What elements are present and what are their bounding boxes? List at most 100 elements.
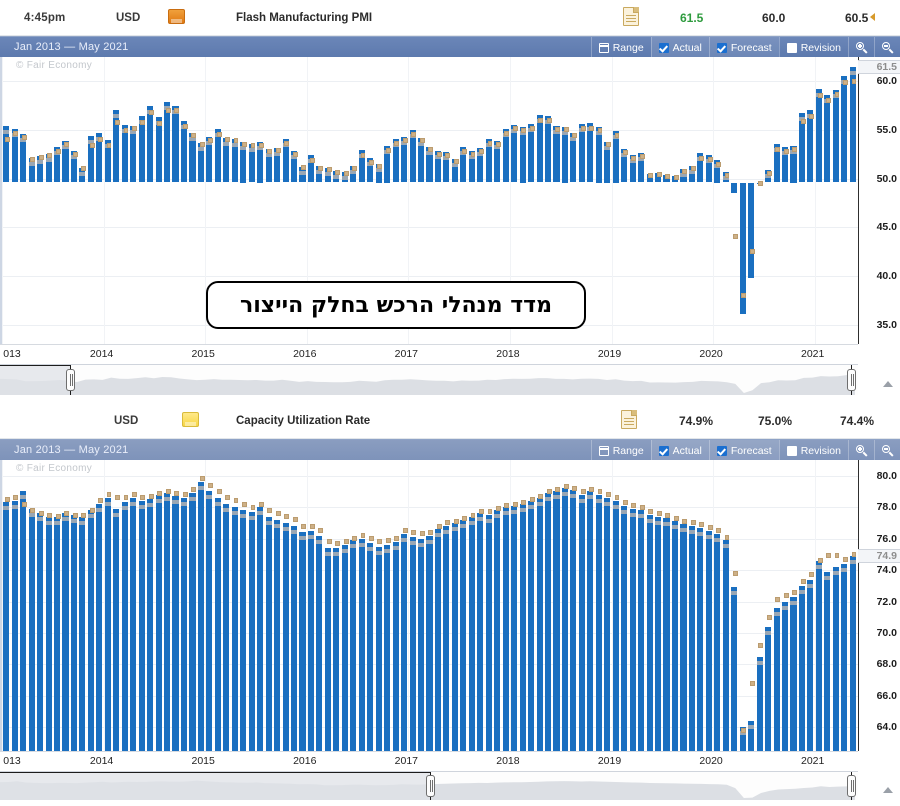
forecast-marker bbox=[411, 529, 417, 535]
navigator-handle-left[interactable] bbox=[66, 369, 75, 391]
forecast-marker bbox=[21, 135, 27, 141]
revision-segment bbox=[324, 171, 331, 176]
revision-segment bbox=[409, 541, 416, 546]
actual-toggle[interactable]: Actual bbox=[650, 440, 709, 461]
y-axis: 80.0 78.0 76.0 74.0 72.0 70.0 68.0 66.0 64.0 74.9 bbox=[858, 460, 900, 751]
event-title[interactable]: Capacity Utilization Rate bbox=[236, 415, 370, 427]
chart-bar bbox=[705, 530, 712, 751]
current-value-label: 74.9 bbox=[858, 548, 900, 563]
range-button[interactable]: Range bbox=[590, 440, 651, 461]
forecast-marker bbox=[369, 536, 374, 542]
event-row[interactable]: USD Capacity Utilization Rate 74.9% 75.0… bbox=[0, 403, 900, 439]
forecast-marker bbox=[479, 509, 484, 515]
forecast-marker bbox=[521, 128, 527, 134]
chart-bar bbox=[240, 141, 247, 183]
forecast-marker bbox=[38, 154, 44, 160]
revision-segment bbox=[781, 605, 789, 610]
forecast-toggle[interactable]: Forecast bbox=[708, 37, 779, 58]
navigator-handle-right[interactable] bbox=[847, 775, 856, 797]
event-row[interactable]: 4:45pm USD Flash Manufacturing PMI 61.5 … bbox=[0, 0, 900, 36]
forecast-marker bbox=[326, 539, 332, 545]
chart-bar bbox=[130, 126, 137, 183]
revision-segment bbox=[37, 517, 44, 522]
revision-segment bbox=[519, 508, 526, 513]
revision-segment bbox=[358, 542, 365, 547]
forecast-marker bbox=[733, 570, 738, 576]
forecast-marker bbox=[47, 152, 53, 158]
chart-bar bbox=[248, 143, 255, 183]
chart-bar bbox=[519, 504, 526, 751]
chart-bar bbox=[460, 519, 467, 751]
forecast-marker bbox=[699, 521, 705, 527]
chart-area[interactable]: © Fair Economy 80.0 78.0 76.0 74.0 72.0 70.0 6… bbox=[0, 460, 900, 751]
chart-bar bbox=[688, 526, 695, 751]
document-icon[interactable] bbox=[621, 410, 637, 429]
navigator-mask bbox=[0, 365, 70, 395]
navigator-handle-left[interactable] bbox=[426, 775, 435, 797]
zoom-in-button[interactable] bbox=[848, 440, 874, 461]
chart-bar bbox=[45, 516, 52, 751]
forecast-marker bbox=[13, 131, 19, 137]
gridline bbox=[2, 275, 900, 277]
forecast-marker bbox=[13, 495, 19, 501]
zoom-out-button[interactable] bbox=[874, 37, 900, 58]
forecast-marker bbox=[622, 149, 628, 155]
range-navigator[interactable] bbox=[0, 364, 858, 395]
forecast-marker bbox=[724, 534, 730, 540]
forecast-toggle[interactable]: Forecast bbox=[708, 440, 779, 461]
x-axis-tick: 2018 bbox=[496, 348, 520, 360]
range-navigator[interactable] bbox=[0, 771, 858, 800]
forecast-marker bbox=[301, 523, 307, 529]
chart-bar bbox=[96, 504, 103, 751]
triangle-up-icon[interactable] bbox=[883, 381, 893, 387]
revision-segment bbox=[138, 504, 145, 509]
revision-segment bbox=[282, 526, 289, 531]
revision-segment bbox=[688, 530, 695, 535]
revision-toggle[interactable]: Revision bbox=[778, 440, 848, 461]
revision-segment bbox=[274, 523, 281, 528]
chart-area[interactable]: © Fair Economy 60.0 55.0 50.0 45.0 40.0 35.0 6… bbox=[0, 57, 900, 344]
zoom-out-button[interactable] bbox=[874, 440, 900, 461]
forecast-toggle-label: Forecast bbox=[730, 41, 772, 54]
forecast-marker bbox=[572, 485, 578, 491]
revision-segment bbox=[240, 514, 247, 519]
forecast-marker bbox=[665, 512, 671, 518]
x-axis-tick: 2021 bbox=[800, 348, 825, 360]
chart-bar bbox=[697, 527, 704, 751]
forecast-marker bbox=[589, 125, 594, 131]
chart-bar bbox=[172, 105, 179, 183]
forecast-marker bbox=[555, 487, 561, 493]
event-title[interactable]: Flash Manufacturing PMI bbox=[236, 12, 372, 24]
revision-segment bbox=[316, 539, 323, 544]
chart-bar bbox=[265, 516, 272, 751]
revision-segment bbox=[28, 162, 35, 167]
chart-bar bbox=[544, 116, 552, 183]
chart-bar bbox=[841, 76, 848, 183]
zoom-in-button[interactable] bbox=[848, 37, 874, 58]
revision-toggle[interactable]: Revision bbox=[778, 37, 848, 58]
revision-segment bbox=[3, 506, 10, 511]
forecast-marker bbox=[98, 498, 103, 504]
event-forecast: 75.0% bbox=[758, 413, 793, 428]
chart-bar bbox=[595, 494, 602, 751]
revision-segment bbox=[79, 171, 86, 176]
x-axis-tick: 2018 bbox=[496, 755, 520, 767]
navigator-handle-right[interactable] bbox=[847, 369, 856, 391]
chart-bar bbox=[350, 540, 357, 751]
range-button[interactable]: Range bbox=[590, 37, 651, 58]
y-axis-tick: 76.0 bbox=[876, 532, 897, 545]
chart-bar bbox=[164, 493, 171, 751]
plot-canvas[interactable]: © Fair Economy bbox=[2, 460, 900, 751]
forecast-marker bbox=[89, 143, 95, 149]
forecast-marker bbox=[555, 127, 561, 133]
forecast-marker bbox=[292, 151, 298, 157]
forecast-marker bbox=[809, 572, 815, 578]
triangle-up-icon[interactable] bbox=[883, 787, 893, 793]
arrow-down-icon bbox=[870, 12, 876, 21]
chart-bar bbox=[748, 182, 755, 278]
forecast-marker bbox=[445, 152, 451, 158]
document-icon[interactable] bbox=[623, 7, 639, 26]
chart-bar bbox=[494, 510, 501, 751]
chart-bar bbox=[519, 127, 526, 183]
actual-toggle[interactable]: Actual bbox=[650, 37, 709, 58]
